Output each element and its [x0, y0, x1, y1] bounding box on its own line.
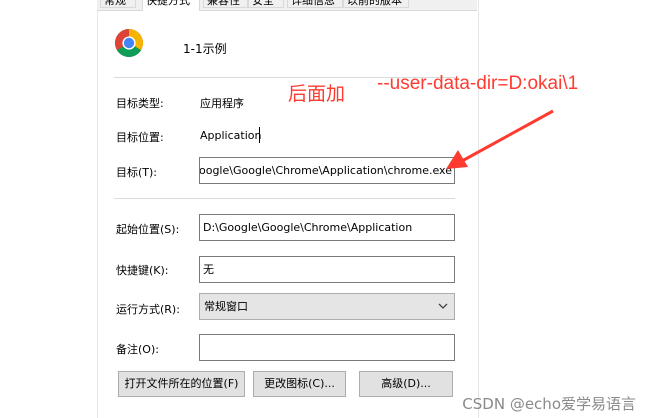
- target-field[interactable]: oogle\Google\Chrome\Application\chrome.e…: [199, 157, 455, 184]
- target-type-value: 应用程序: [200, 97, 244, 110]
- annotation-argument: --user-data-dir=D:okai\1: [377, 73, 579, 94]
- tab-shortcut[interactable]: 快捷方式: [142, 0, 200, 11]
- text-cursor: [259, 127, 260, 143]
- target-location-value: Application: [200, 129, 262, 142]
- target-location-label: 目标位置:: [116, 131, 164, 144]
- shortcut-key-field[interactable]: 无: [199, 256, 455, 283]
- start-in-field[interactable]: D:\Google\Google\Chrome\Application: [199, 214, 455, 241]
- change-icon-button[interactable]: 更改图标(C)...: [253, 371, 346, 397]
- start-in-label: 起始位置(S):: [116, 223, 180, 236]
- annotation-arrow-icon: [446, 109, 554, 169]
- tab-compatibility[interactable]: 兼容性: [203, 0, 248, 8]
- tab-details[interactable]: 详细信息: [287, 0, 343, 8]
- target-label: 目标(T):: [116, 166, 158, 179]
- run-label: 运行方式(R):: [116, 303, 180, 316]
- target-type-label: 目标类型:: [116, 97, 164, 110]
- run-select[interactable]: 常规窗口: [199, 293, 455, 320]
- start-in-field-value: D:\Google\Google\Chrome\Application: [203, 221, 413, 234]
- comment-label: 备注(O):: [116, 343, 159, 356]
- shortcut-key-label: 快捷键(K):: [116, 264, 169, 277]
- run-select-value: 常规窗口: [204, 300, 248, 313]
- chevron-down-icon: [438, 303, 448, 309]
- open-file-location-button[interactable]: 打开文件所在的位置(F): [118, 371, 245, 397]
- tab-strip: 常规 快捷方式 兼容性 安全 详细信息 以前的版本: [97, 0, 477, 11]
- annotation-append-note: 后面加: [288, 84, 346, 105]
- divider: [114, 198, 455, 199]
- target-field-value: oogle\Google\Chrome\Application\chrome.e…: [199, 164, 452, 177]
- shortcut-key-field-value: 无: [203, 263, 214, 276]
- shortcut-name: 1-1示例: [183, 42, 227, 56]
- tab-security[interactable]: 安全: [248, 0, 284, 8]
- tab-previous-versions[interactable]: 以前的版本: [343, 0, 409, 8]
- comment-field[interactable]: [199, 334, 455, 361]
- advanced-button[interactable]: 高级(D)...: [359, 371, 453, 397]
- chrome-icon: [115, 29, 143, 57]
- tab-general[interactable]: 常规: [100, 0, 136, 8]
- watermark: CSDN @echo爱学易语言: [462, 395, 636, 413]
